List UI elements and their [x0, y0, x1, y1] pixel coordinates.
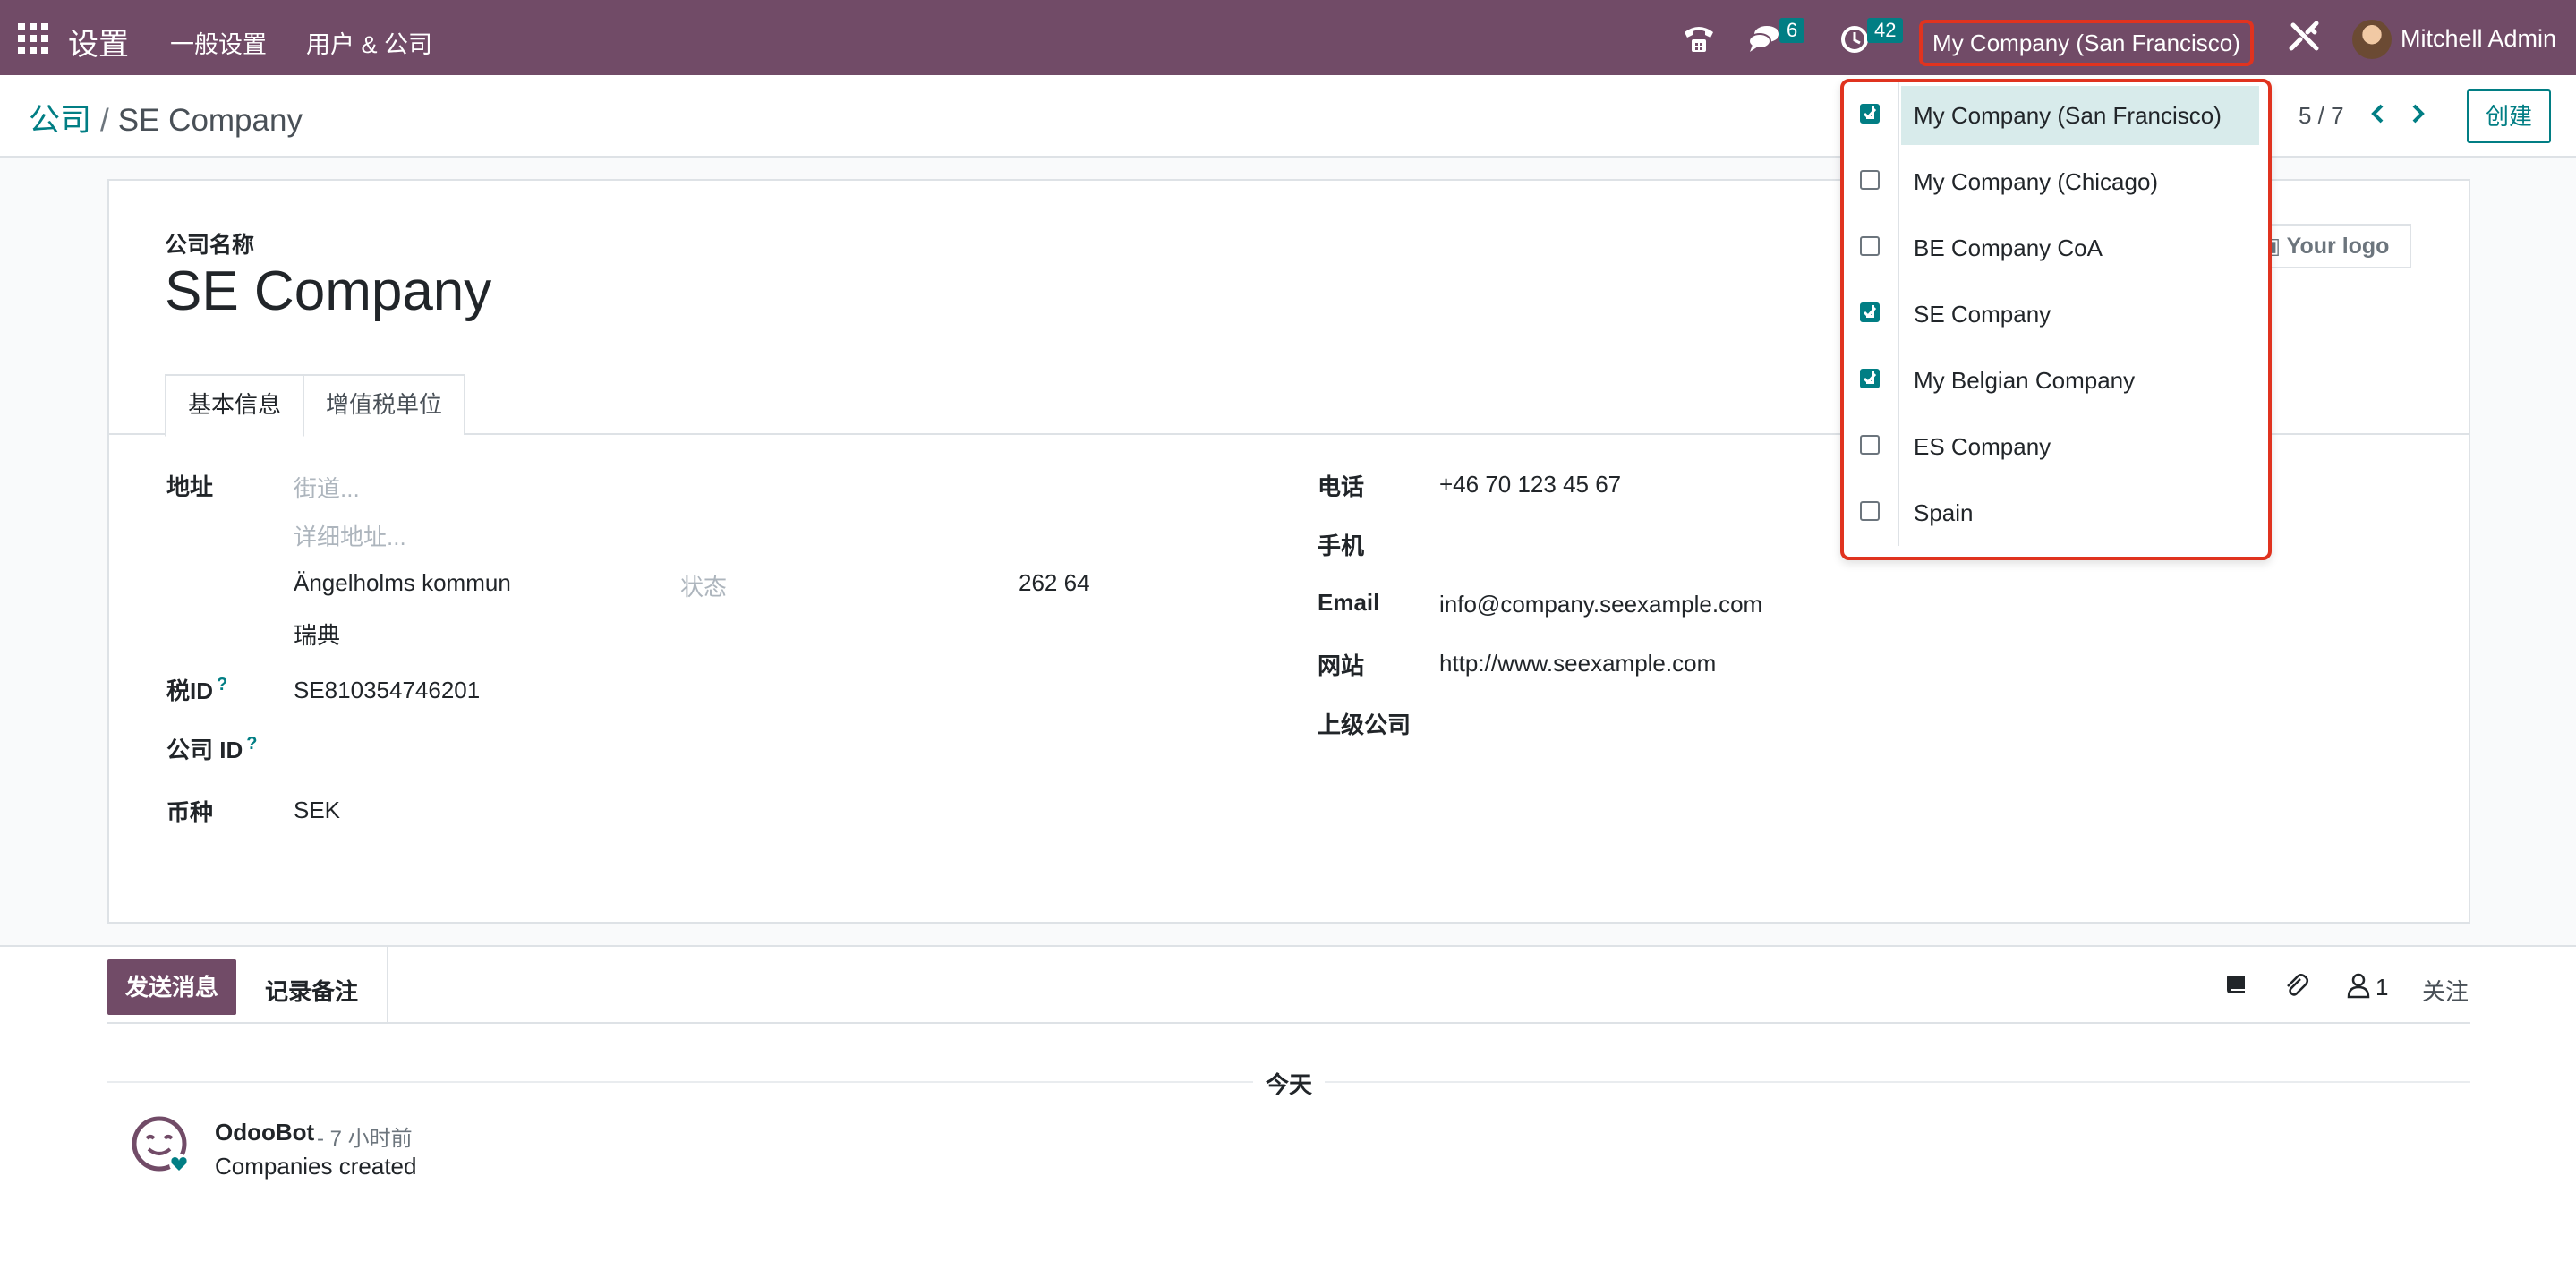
user-avatar[interactable] [2352, 20, 2392, 59]
log-note-button[interactable]: 记录备注 [265, 974, 358, 1007]
company-checkbox[interactable] [1860, 501, 1880, 521]
help-icon[interactable]: ? [246, 734, 257, 754]
odoobot-avatar [132, 1116, 189, 1173]
company-switcher-dropdown: My Company (San Francisco) My Company (C… [1840, 79, 2272, 560]
company-name-input[interactable]: SE Company [165, 260, 491, 323]
company-checkbox[interactable] [1860, 104, 1880, 124]
company-switcher[interactable]: My Company (San Francisco) [1919, 20, 2254, 66]
breadcrumb: 公司 / SE Company [29, 95, 303, 141]
create-button[interactable]: 创建 [2467, 89, 2551, 143]
tab-general-info[interactable]: 基本信息 [165, 374, 304, 437]
message-time: - 7 小时前 [317, 1127, 413, 1151]
message-body: Companies created [215, 1153, 417, 1180]
chevron-left-icon[interactable] [2363, 98, 2393, 129]
app-grid-icon[interactable] [18, 23, 48, 54]
activities-badge: 42 [1867, 18, 1904, 43]
company-option[interactable]: SE Company [1844, 281, 2268, 347]
company-option-label[interactable]: My Belgian Company [1901, 351, 2259, 410]
website-label: 网站 [1318, 652, 1365, 679]
phone-input[interactable]: +46 70 123 45 67 [1439, 471, 1621, 498]
company-option[interactable]: My Company (San Francisco) [1844, 82, 2268, 149]
follower-count[interactable]: 1 [2376, 974, 2388, 1001]
message-author[interactable]: OdooBot [215, 1119, 314, 1146]
tax-id-input[interactable]: SE810354746201 [294, 677, 480, 704]
messages-badge: 6 [1779, 18, 1805, 43]
zip-input[interactable]: 262 64 [1019, 569, 1090, 597]
address-label: 地址 [166, 473, 214, 500]
breadcrumb-companies[interactable]: 公司 [29, 103, 91, 138]
company-option-label[interactable]: Spain [1901, 483, 2259, 542]
company-option[interactable]: Spain [1844, 480, 2268, 546]
company-checkbox[interactable] [1860, 369, 1880, 388]
chatter-divider [387, 947, 388, 1024]
follow-button[interactable]: 关注 [2422, 974, 2469, 1007]
pager-value[interactable]: 5 / 7 [2299, 102, 2344, 130]
parent-company-label: 上级公司 [1318, 711, 1412, 738]
street-input[interactable]: 街道... [294, 471, 360, 504]
company-option[interactable]: ES Company [1844, 413, 2268, 480]
currency-label: 币种 [166, 799, 214, 826]
currency-input[interactable]: SEK [294, 797, 340, 824]
paperclip-icon[interactable] [2281, 970, 2311, 1001]
company-checkbox[interactable] [1860, 435, 1880, 455]
country-input[interactable]: 瑞典 [294, 618, 340, 651]
top-navbar: 设置 一般设置 用户 & 公司 6 42 My Company (San Fra… [0, 0, 2576, 75]
company-option-label[interactable]: SE Company [1901, 285, 2259, 344]
company-option[interactable]: BE Company CoA [1844, 215, 2268, 281]
company-id-label: 公司 ID? [166, 734, 258, 763]
email-input[interactable]: info@company.seexample.com [1439, 591, 1762, 618]
company-option[interactable]: My Company (Chicago) [1844, 149, 2268, 215]
company-option-label[interactable]: BE Company CoA [1901, 218, 2259, 277]
city-input[interactable]: Ängelholms kommun [294, 569, 511, 597]
mobile-label: 手机 [1318, 532, 1365, 559]
tab-vat-units[interactable]: 增值税单位 [303, 374, 465, 435]
chevron-right-icon[interactable] [2402, 98, 2433, 129]
company-option-label[interactable]: My Company (San Francisco) [1901, 86, 2259, 145]
breadcrumb-separator: / [100, 103, 109, 138]
company-name-label: 公司名称 [165, 233, 255, 258]
logo-label: Your logo [2286, 234, 2390, 259]
company-checkbox[interactable] [1860, 236, 1880, 256]
user-name[interactable]: Mitchell Admin [2401, 25, 2556, 53]
tax-id-label: 税ID? [166, 675, 228, 704]
street2-input[interactable]: 详细地址... [294, 519, 406, 552]
company-option[interactable]: My Belgian Company [1844, 347, 2268, 413]
menu-general-settings[interactable]: 一般设置 [170, 25, 267, 60]
phone-label: 电话 [1318, 473, 1365, 500]
help-icon[interactable]: ? [217, 675, 227, 694]
breadcrumb-current: SE Company [117, 103, 303, 138]
send-message-button[interactable]: 发送消息 [107, 959, 236, 1015]
email-label: Email [1318, 589, 1380, 616]
website-input[interactable]: http://www.seexample.com [1439, 650, 1716, 677]
day-label: 今天 [1253, 1067, 1325, 1100]
debug-tools-icon[interactable] [2284, 18, 2324, 57]
chatter-topbar [107, 947, 2470, 1024]
company-checkbox[interactable] [1860, 302, 1880, 322]
phone-icon[interactable] [1679, 18, 1719, 57]
state-input[interactable]: 状态 [680, 569, 727, 602]
activity-book-icon[interactable] [2222, 970, 2252, 1001]
follower-icon[interactable] [2343, 970, 2374, 1001]
menu-users-companies[interactable]: 用户 & 公司 [306, 25, 432, 60]
company-option-label[interactable]: ES Company [1901, 417, 2259, 476]
company-option-label[interactable]: My Company (Chicago) [1901, 152, 2259, 211]
company-checkbox[interactable] [1860, 170, 1880, 190]
app-title[interactable]: 设置 [68, 20, 129, 64]
